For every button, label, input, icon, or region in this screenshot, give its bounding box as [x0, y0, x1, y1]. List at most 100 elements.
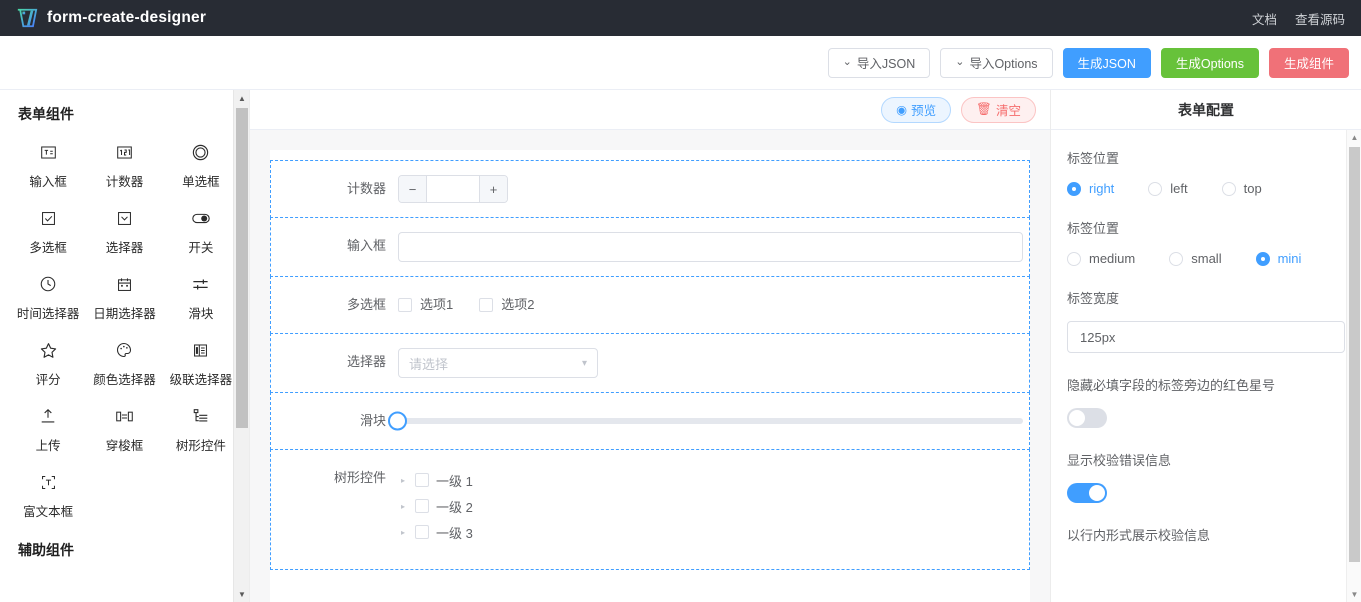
scroll-up-arrow-icon[interactable]: ▲ [234, 90, 249, 106]
checkbox-option[interactable]: 选项2 [479, 291, 534, 319]
transfer-icon [112, 404, 136, 428]
slider-rail[interactable] [398, 418, 1023, 424]
checkbox-icon[interactable] [415, 525, 429, 539]
calendar-icon [112, 272, 136, 296]
label-width-input[interactable]: 125px [1067, 321, 1345, 353]
row-field [398, 232, 1027, 262]
tree-node[interactable]: ▸ 一级 2 [398, 493, 1023, 519]
palette-item-switch[interactable]: 开关 [163, 198, 239, 262]
radio-label: right [1089, 181, 1115, 196]
chevron-right-icon[interactable]: ▸ [398, 528, 408, 537]
form-row[interactable]: 树形控件 ▸ 一级 1 ▸ 一级 2 ▸ 一级 3 [270, 449, 1030, 570]
slider-handle[interactable] [388, 411, 407, 431]
preview-button[interactable]: ◉ 预览 [881, 96, 952, 123]
palette-item-rate[interactable]: 评分 [10, 330, 86, 394]
chevron-right-icon[interactable]: ▸ [398, 502, 408, 511]
radio-option-medium[interactable]: medium [1067, 251, 1135, 266]
radio-icon[interactable] [1255, 251, 1270, 266]
palette-item-upload[interactable]: 上传 [10, 396, 86, 460]
select-dropdown[interactable]: 请选择 ▾ [398, 348, 598, 378]
generate-options-button[interactable]: 生成Options [1160, 47, 1259, 78]
palette-item-checkbox[interactable]: 多选框 [10, 198, 86, 262]
radio-icon[interactable] [1221, 181, 1236, 196]
panel-scrollbar-thumb[interactable] [1349, 147, 1360, 562]
text-input[interactable] [398, 232, 1023, 262]
clear-button[interactable]: 🗑 清空 [961, 96, 1036, 123]
palette-item-input[interactable]: 输入框 [10, 132, 86, 196]
palette-item-datepicker[interactable]: 日期选择器 [86, 264, 162, 328]
tree-node[interactable]: ▸ 一级 3 [398, 519, 1023, 545]
palette-item-richtext[interactable]: 富文本框 [10, 462, 86, 526]
palette-label: 时间选择器 [16, 307, 80, 321]
generate-component-button[interactable]: 生成组件 [1268, 47, 1349, 78]
form-row[interactable]: 计数器 − + [270, 160, 1030, 218]
group-title-form-components: 表单组件 [18, 106, 74, 122]
view-source-link[interactable]: 查看源码 [1295, 9, 1345, 28]
scroll-down-arrow-icon[interactable]: ▼ [1347, 587, 1361, 602]
checkbox-icon[interactable] [479, 298, 494, 312]
palette-item-transfer[interactable]: 穿梭框 [86, 396, 162, 460]
row-label: 选择器 [346, 354, 386, 369]
checkbox-icon[interactable] [415, 473, 429, 487]
panel-scrollbar[interactable]: ▲ ▼ [1346, 130, 1361, 602]
radio-icon[interactable] [1067, 251, 1081, 266]
form-row[interactable]: 选择器 请选择 ▾ [270, 333, 1030, 393]
hide-required-asterisk-toggle[interactable] [1067, 408, 1107, 428]
counter-value[interactable] [427, 176, 479, 202]
increment-button[interactable]: + [479, 176, 507, 202]
sidebar-scrollbar[interactable]: ▲ ▼ [233, 90, 249, 602]
radio-label: top [1243, 181, 1262, 196]
radio-icon[interactable] [1169, 251, 1184, 266]
panel-title: 表单配置 [1051, 90, 1361, 130]
checkbox-icon[interactable] [415, 499, 429, 513]
form-row[interactable]: 多选框 选项1 选项2 [270, 276, 1030, 334]
generate-json-button[interactable]: 生成JSON [1062, 47, 1151, 78]
checkbox-icon[interactable] [398, 298, 412, 312]
eye-icon: ◉ [896, 103, 908, 117]
import-options-button[interactable]: ⌄ 导入Options [940, 47, 1053, 78]
counter-stepper[interactable]: − + [398, 175, 508, 203]
form-config-panel: 表单配置 标签位置 right left top 标签位置 medium sma… [1050, 90, 1361, 602]
trash-icon: 🗑 [976, 102, 992, 116]
slider-icon [189, 272, 213, 296]
docs-link[interactable]: 文档 [1252, 9, 1277, 28]
radio-option-left[interactable]: left [1148, 181, 1188, 196]
form-row[interactable]: 输入框 [270, 217, 1030, 277]
show-validation-message-toggle[interactable] [1067, 483, 1107, 503]
sidebar-scrollbar-thumb[interactable] [236, 108, 248, 428]
palette-item-number[interactable]: 计数器 [86, 132, 162, 196]
radio-icon[interactable] [1148, 181, 1163, 196]
palette-label: 多选框 [29, 241, 67, 255]
form-row[interactable]: 滑块 [270, 392, 1030, 450]
palette-item-slider[interactable]: 滑块 [163, 264, 239, 328]
import-options-label: 导入Options [969, 57, 1038, 71]
canvas-sheet: 计数器 − + 输入框 多选框 选项1 选项2 选择器 请选择 ▾ 滑块 树形控… [270, 150, 1030, 602]
import-json-button[interactable]: ⌄ 导入JSON [827, 47, 931, 78]
slider[interactable] [388, 407, 1023, 435]
decrement-button[interactable]: − [399, 176, 427, 202]
radio-option-small[interactable]: small [1169, 251, 1222, 266]
palette-item-colorpicker[interactable]: 颜色选择器 [86, 330, 162, 394]
generate-options-label: 生成Options [1175, 57, 1244, 71]
chevron-right-icon[interactable]: ▸ [398, 476, 408, 485]
tree-widget: ▸ 一级 1 ▸ 一级 2 ▸ 一级 3 [398, 464, 1023, 545]
palette-item-tree[interactable]: 树形控件 [163, 396, 239, 460]
text-input-icon [36, 140, 60, 164]
radio-option-mini[interactable]: mini [1255, 251, 1301, 266]
radio-option-top[interactable]: top [1221, 181, 1262, 196]
tree-node-label: 一级 1 [436, 473, 473, 489]
canvas-scroll: 计数器 − + 输入框 多选框 选项1 选项2 选择器 请选择 ▾ 滑块 树形控… [250, 130, 1050, 602]
checkbox-option[interactable]: 选项1 [398, 291, 453, 319]
scroll-down-arrow-icon[interactable]: ▼ [234, 586, 249, 602]
scroll-up-arrow-icon[interactable]: ▲ [1347, 130, 1361, 145]
select-icon [112, 206, 136, 230]
radio-option-right[interactable]: right [1067, 181, 1114, 196]
palette-item-radio[interactable]: 单选框 [163, 132, 239, 196]
tree-node[interactable]: ▸ 一级 1 [398, 467, 1023, 493]
palette-item-timepicker[interactable]: 时间选择器 [10, 264, 86, 328]
sidebar-inner: 表单组件 输入框 计数器 单选框 多选框 选择器 开关 时间选择器 日期选择器 … [0, 90, 249, 568]
checkbox-group: 选项1 选项2 [398, 291, 1023, 319]
palette-item-select[interactable]: 选择器 [86, 198, 162, 262]
radio-icon[interactable] [1067, 181, 1081, 196]
palette-item-cascader[interactable]: 级联选择器 [163, 330, 239, 394]
